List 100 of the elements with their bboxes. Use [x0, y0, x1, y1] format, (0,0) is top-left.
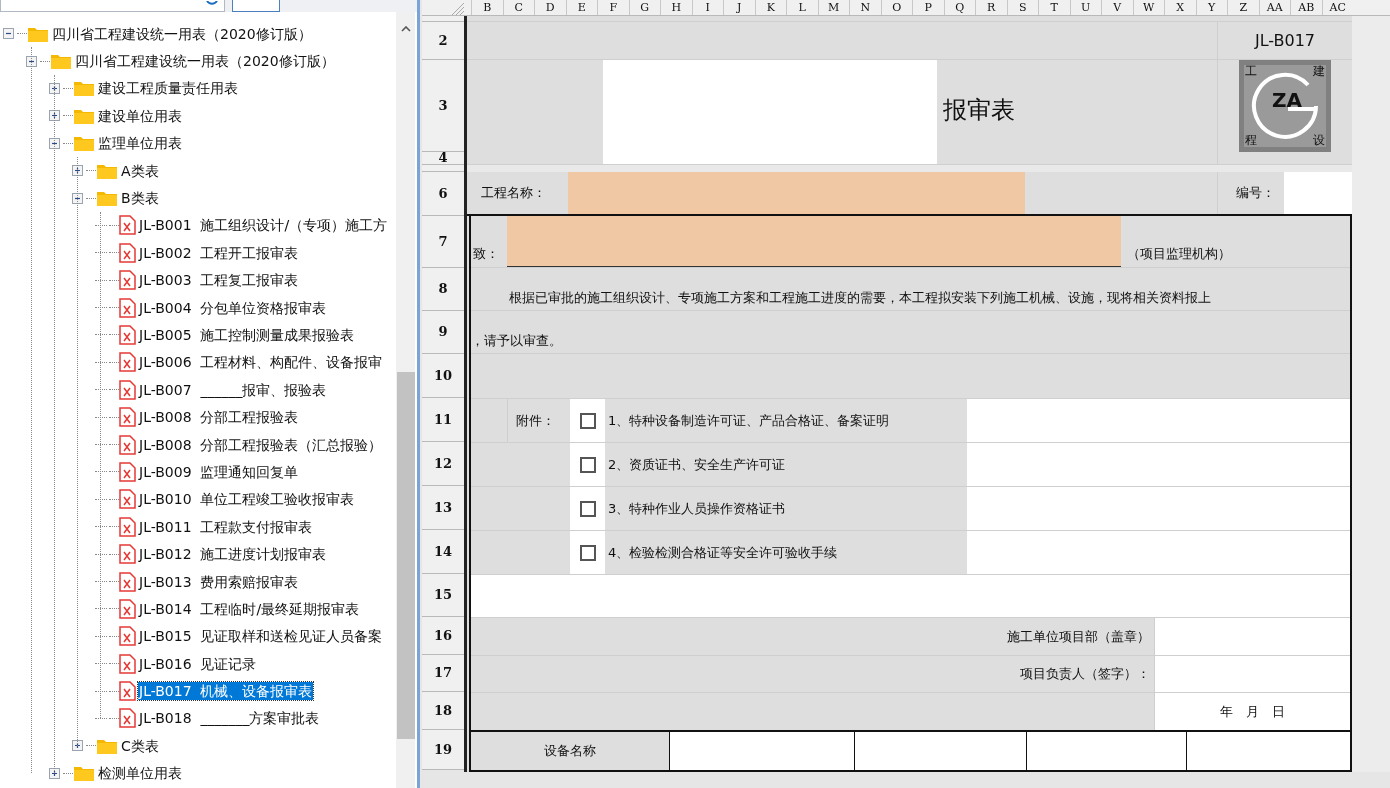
folder-icon — [96, 189, 118, 208]
recipient-field[interactable] — [507, 216, 1121, 267]
table-cell[interactable] — [1187, 732, 1350, 770]
tree-item[interactable]: JL-B004 分包单位资格报审表 — [138, 298, 328, 317]
number-field[interactable] — [1284, 172, 1352, 214]
tree-item[interactable]: JL-B009 监理通知回复单 — [138, 462, 300, 481]
tree-item[interactable]: 检测单位用表 — [97, 764, 183, 783]
column-header[interactable]: Q — [943, 0, 975, 15]
form-title: 报审表 — [943, 95, 1015, 126]
tree-item[interactable]: JL-B014 工程临时/最终延期报审表 — [138, 599, 361, 618]
column-header[interactable]: V — [1101, 0, 1133, 15]
tree-item[interactable]: 建设工程质量责任用表 — [97, 79, 239, 98]
tree-item[interactable]: 监理单位用表 — [97, 134, 183, 153]
tree-item[interactable]: A类表 — [120, 161, 160, 180]
tree-item[interactable]: JL-B003 工程复工报审表 — [138, 271, 300, 290]
column-header[interactable]: J — [723, 0, 755, 15]
tree-item[interactable]: JL-B007 ______报审、报验表 — [138, 380, 328, 399]
column-header[interactable]: AC — [1321, 0, 1353, 15]
expand-toggle[interactable] — [3, 28, 14, 40]
signature-field[interactable] — [1154, 656, 1350, 692]
tree-item[interactable]: JL-B010 单位工程竣工验收报审表 — [138, 490, 356, 509]
attachment-note-field[interactable] — [967, 531, 1350, 574]
tree-item[interactable]: JL-B005 施工控制测量成果报验表 — [138, 326, 356, 344]
spreadsheet-file-icon — [119, 653, 136, 674]
spreadsheet-file-icon — [119, 215, 136, 236]
checkbox[interactable] — [579, 500, 596, 517]
column-header[interactable]: I — [691, 0, 723, 15]
column-header[interactable]: M — [817, 0, 849, 15]
column-header[interactable]: P — [912, 0, 944, 15]
project-name-field[interactable] — [568, 172, 1025, 214]
column-header[interactable]: Z — [1227, 0, 1259, 15]
column-header[interactable]: C — [502, 0, 534, 15]
row-number: 11 — [433, 410, 453, 429]
row-number: 13 — [433, 498, 453, 517]
expand-toggle[interactable] — [72, 192, 83, 204]
tree-item[interactable]: 四川省工程建设统一用表（2020修订版） — [51, 24, 313, 43]
attachment-note-field[interactable] — [967, 399, 1350, 442]
field-label: （项目监理机构） — [1127, 244, 1231, 263]
checkbox[interactable] — [579, 412, 596, 429]
expand-toggle[interactable] — [72, 740, 83, 752]
tree-item[interactable]: 四川省工程建设统一用表（2020修订版） — [74, 52, 336, 71]
expand-toggle[interactable] — [49, 137, 60, 149]
tree-item[interactable]: 建设单位用表 — [97, 106, 183, 125]
expand-toggle[interactable] — [72, 165, 83, 177]
scroll-up-icon[interactable] — [400, 26, 411, 32]
tree-item[interactable]: JL-B008 分部工程报验表 — [138, 408, 300, 427]
tree-item[interactable]: JL-B016 见证记录 — [138, 654, 258, 673]
tree-item[interactable]: B类表 — [120, 189, 160, 208]
tree-item[interactable]: JL-B002 工程开工报审表 — [138, 243, 300, 262]
column-header[interactable]: D — [534, 0, 566, 15]
column-header[interactable]: Y — [1195, 0, 1227, 15]
column-header[interactable]: W — [1132, 0, 1164, 15]
tree-item[interactable]: JL-B011 工程款支付报审表 — [138, 517, 314, 536]
column-header[interactable]: H — [660, 0, 692, 15]
attachment-note-field[interactable] — [967, 487, 1350, 530]
folder-icon — [73, 764, 95, 783]
tree-item[interactable]: JL-B008 分部工程报验表（汇总报验） — [138, 435, 384, 454]
scrollbar[interactable] — [396, 12, 415, 788]
table-cell[interactable] — [855, 732, 1027, 770]
column-header[interactable]: AA — [1258, 0, 1290, 15]
expand-toggle[interactable] — [49, 767, 60, 779]
column-header[interactable]: F — [597, 0, 629, 15]
signature-field[interactable] — [1154, 618, 1350, 655]
column-header[interactable]: X — [1164, 0, 1196, 15]
scrollbar-thumb[interactable] — [396, 372, 415, 739]
column-header[interactable]: E — [565, 0, 597, 15]
tree-item[interactable]: JL-B006 工程材料、构配件、设备报审 — [138, 353, 384, 372]
tree-item[interactable]: JL-B012 施工进度计划报审表 — [138, 545, 328, 564]
expand-toggle[interactable] — [49, 82, 60, 94]
row-header[interactable] — [422, 165, 464, 172]
tree-item[interactable]: JL-B018 _______方案审批表 — [138, 709, 321, 728]
column-header[interactable]: G — [628, 0, 660, 15]
attachment-text: 2、资质证书、安全生产许可证 — [608, 455, 786, 474]
column-header[interactable]: S — [1006, 0, 1038, 15]
row-number: 15 — [433, 586, 453, 605]
column-header[interactable]: O — [880, 0, 912, 15]
tree-item[interactable]: JL-B001 施工组织设计/（专项）施工方 — [138, 216, 389, 235]
spreadsheet-file-icon — [119, 626, 136, 647]
column-header[interactable]: T — [1038, 0, 1070, 15]
column-header[interactable]: N — [849, 0, 881, 15]
table-cell[interactable] — [1027, 732, 1187, 770]
checkbox[interactable] — [579, 456, 596, 473]
column-header[interactable]: B — [471, 0, 503, 15]
table-cell[interactable] — [670, 732, 855, 770]
column-header[interactable]: L — [786, 0, 818, 15]
column-header[interactable]: AB — [1290, 0, 1322, 15]
expand-toggle[interactable] — [49, 110, 60, 122]
row-number: 14 — [433, 542, 453, 561]
tree-item[interactable]: JL-B017 机械、设备报审表 — [138, 682, 314, 701]
column-header[interactable]: U — [1069, 0, 1101, 15]
attachment-note-field[interactable] — [967, 443, 1350, 486]
row-header[interactable] — [422, 16, 464, 22]
spreadsheet-file-icon — [119, 325, 136, 345]
column-header[interactable]: K — [754, 0, 786, 15]
column-header[interactable]: R — [975, 0, 1007, 15]
tree-item[interactable]: JL-B015 见证取样和送检见证人员备案 — [138, 627, 384, 646]
tree-item[interactable]: C类表 — [120, 736, 160, 755]
checkbox[interactable] — [579, 544, 596, 561]
tree-item[interactable]: JL-B013 费用索赔报审表 — [138, 572, 300, 591]
expand-toggle[interactable] — [26, 55, 37, 67]
